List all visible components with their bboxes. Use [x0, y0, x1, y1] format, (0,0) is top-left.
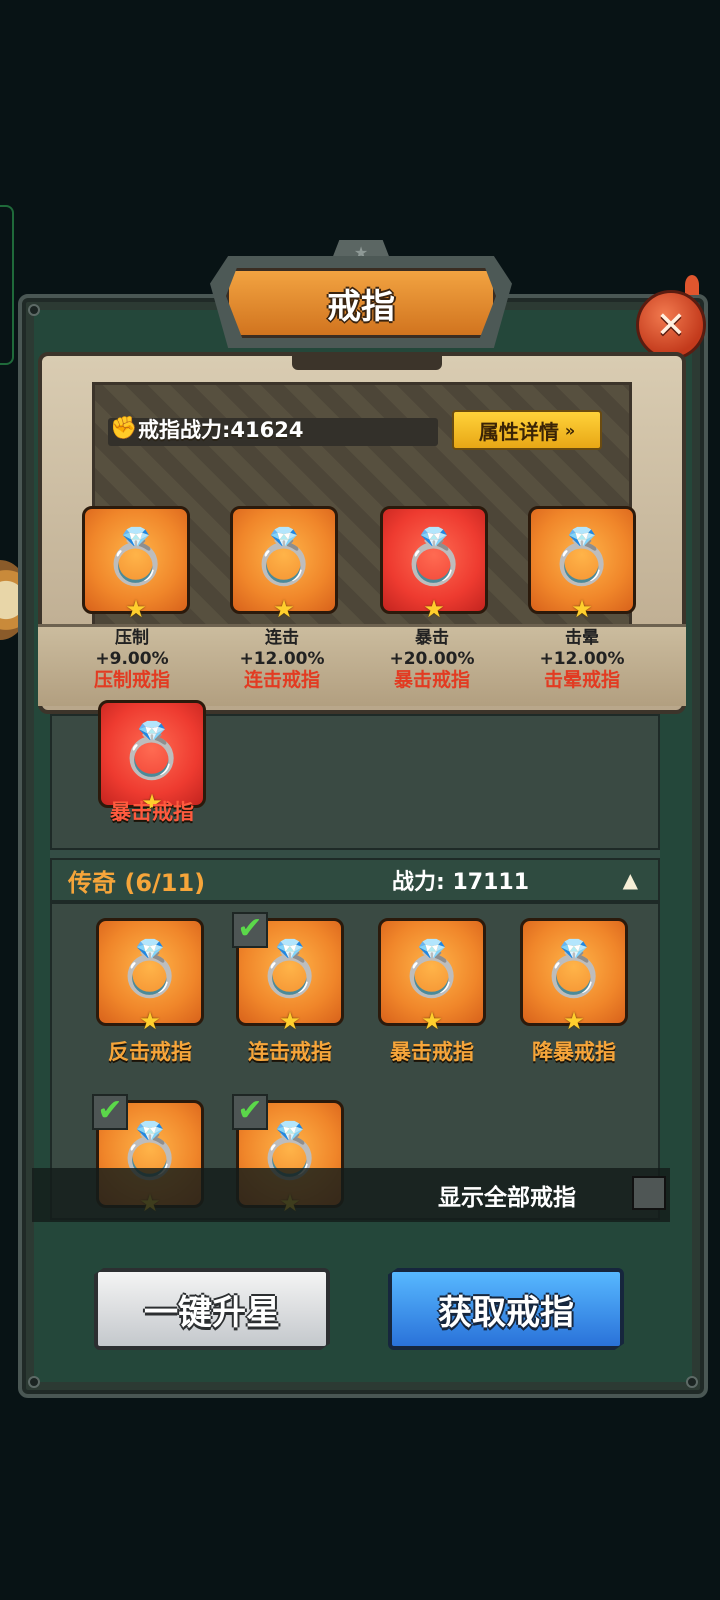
ring-name: 暴击戒指: [393, 669, 470, 691]
page-title: 戒指: [226, 268, 496, 338]
check-icon: ✔: [232, 1094, 268, 1130]
close-button[interactable]: ✕: [636, 290, 706, 360]
equipped-info-4: 击晕 +12.00% 击晕戒指: [512, 628, 652, 691]
ring-list[interactable]: 💍 ★ 暴击戒指 传奇 (6/11) 战力: 17111 ▲ 💍 ★ 反击戒指 💍 ★…: [50, 700, 660, 1220]
star-icon: ★: [125, 595, 147, 623]
equipped-slot-4[interactable]: 💍 ★: [524, 506, 664, 624]
equipped-slot-1[interactable]: 💍 ★: [78, 506, 218, 624]
ring-card-name: 降暴戒指: [532, 1040, 616, 1064]
ring-thorn-ruby-icon: 💍 ★: [96, 918, 204, 1035]
bolt-icon: [28, 304, 40, 316]
equipped-info-3: 暴击 +20.00% 暴击戒指: [362, 628, 502, 691]
attribute-details-label: 属性详情: [478, 419, 559, 444]
stat-name: 击晕: [565, 628, 599, 648]
bolt-icon: [28, 1376, 40, 1388]
section-power-value: 17111: [452, 870, 530, 895]
caret-up-icon[interactable]: ▲: [623, 868, 638, 892]
star-up-label: 一键升星: [144, 1292, 280, 1333]
stat-value: +12.00%: [239, 649, 325, 669]
legendary-section-header[interactable]: 传奇 (6/11) 战力: 17111 ▲: [50, 858, 660, 902]
double-chevron-right-icon: »: [564, 420, 576, 440]
ring-silver-crest-icon: 💍 ★: [520, 918, 628, 1035]
equipped-slot-3[interactable]: 💍 ★: [376, 506, 516, 624]
check-icon: ✔: [92, 1094, 128, 1130]
star-icon: ★: [571, 595, 593, 623]
bolt-icon: [686, 1376, 698, 1388]
box-notch: [292, 356, 442, 370]
stat-value: +12.00%: [539, 649, 625, 669]
section-title: 传奇 (6/11): [68, 868, 206, 897]
star-icon: ★: [139, 1007, 161, 1035]
ring-card[interactable]: 💍 ★ 降暴戒指: [518, 918, 630, 1068]
side-edge-tab: [0, 205, 14, 365]
ring-steel-lightning-icon: 💍 ★: [230, 506, 338, 623]
star-icon: ★: [563, 1007, 585, 1035]
star-icon: ★: [279, 1007, 301, 1035]
stat-value: +9.00%: [95, 649, 169, 669]
ring-card-name: 暴击戒指: [390, 1040, 474, 1064]
equipped-info-1: 压制 +9.00% 压制戒指: [62, 628, 202, 691]
ring-gold-bolt-icon: 💍★: [528, 506, 636, 623]
bomb-fuse-icon: [685, 275, 699, 295]
previous-section: 💍 ★ 暴击戒指: [50, 700, 660, 850]
equipped-slot-2[interactable]: 💍 ★: [226, 506, 366, 624]
one-click-star-up-button[interactable]: 一键升星: [94, 1268, 330, 1350]
ring-name: 连击戒指: [243, 669, 320, 691]
ring-card[interactable]: 💍 ★ 反击戒指: [94, 918, 206, 1068]
ring-name: 击晕戒指: [543, 669, 620, 691]
equipped-info-2: 连击 +12.00% 连击戒指: [212, 628, 352, 691]
attribute-details-button[interactable]: 属性详情 »: [452, 410, 602, 450]
ring-power: 戒指战力:41624: [138, 414, 303, 446]
fist-icon: ✊: [110, 416, 138, 441]
show-all-label: 显示全部戒指: [438, 1185, 576, 1211]
stat-name: 压制: [115, 628, 149, 648]
section-power-label: 战力:: [392, 870, 445, 895]
stat-name: 暴击: [415, 628, 449, 648]
ring-ruby-crown-icon: 💍 ★: [378, 918, 486, 1035]
ring-card-partial[interactable]: 💍 ★ 暴击戒指: [96, 700, 208, 850]
ring-power-label: 戒指战力:: [138, 418, 231, 442]
ring-ruby-crown-icon: 💍 ★: [98, 700, 206, 817]
ring-purple-stone-icon: 💍★: [82, 506, 190, 623]
star-icon: ★: [421, 1007, 443, 1035]
ring-card-name: 暴击戒指: [110, 800, 194, 824]
check-icon: ✔: [232, 912, 268, 948]
ring-card-name: 连击戒指: [248, 1040, 332, 1064]
stat-value: +20.00%: [389, 649, 475, 669]
obtain-rings-button[interactable]: 获取戒指: [388, 1268, 624, 1350]
close-icon: ✕: [655, 304, 687, 346]
ring-power-value: 41624: [230, 418, 304, 442]
star-icon: ★: [423, 595, 445, 623]
ring-card-name: 反击戒指: [108, 1040, 192, 1064]
ring-card[interactable]: 💍 ★ ✔ 连击戒指: [232, 912, 346, 1068]
show-all-checkbox[interactable]: [632, 1176, 666, 1210]
ring-card[interactable]: 💍 ★ 暴击戒指: [376, 918, 488, 1068]
section-power: 战力: 17111: [392, 864, 529, 896]
obtain-label: 获取戒指: [438, 1292, 574, 1333]
game-screen: ★ 戒指 ✕ ✊ 戒指战力:41624 属性详情 » 💍 ★ 💍 ★ 💍 ★ 💍 ★: [0, 0, 720, 1600]
ring-ruby-crown-icon: 💍 ★: [380, 506, 488, 623]
ring-name: 压制戒指: [93, 669, 170, 691]
star-icon: ★: [273, 595, 295, 623]
stat-name: 连击: [265, 628, 299, 648]
